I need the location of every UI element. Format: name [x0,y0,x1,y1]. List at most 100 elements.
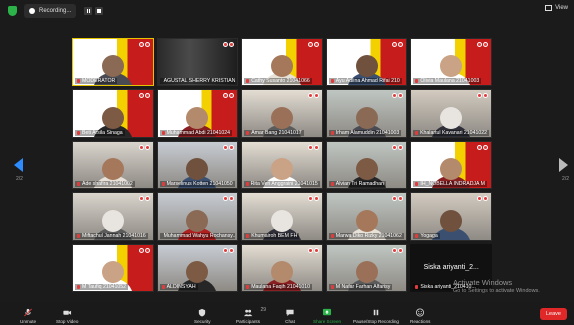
participant-name-label: Khumairoh BEM FH [244,232,300,239]
participant-name: Maulana Faqih 21041010 [251,284,311,290]
participant-name-label: Miftachul Jannah 21041016 [75,232,148,239]
participant-options[interactable] [138,93,150,99]
participant-options[interactable] [476,42,488,47]
participant-silhouette-head [270,209,293,232]
participant-tile[interactable]: ALDINSYAH [156,243,239,292]
participant-silhouette-head [270,55,293,78]
participant-tile[interactable]: IH_NOBELLA INDRADJA M [410,140,492,190]
view-button[interactable]: View [545,5,568,11]
participant-options[interactable] [223,196,235,202]
pause-icon[interactable] [84,7,93,15]
participant-tile[interactable]: Yogaga [410,192,492,241]
security-shield-icon [199,308,206,317]
participant-silhouette-head [440,209,463,232]
recording-label: Recording... [39,8,72,14]
participant-tile[interactable]: Ade shafira 21041002 [72,140,154,190]
participant-options[interactable] [223,93,235,99]
participant-silhouette-head [355,55,378,78]
participant-tile[interactable]: Maulana Faqih 21041010 [241,243,323,292]
participant-options[interactable] [307,196,319,202]
participant-options[interactable] [392,42,404,47]
participant-silhouette-head [101,158,124,181]
pause-recording-label: Pause/Stop Recording [353,319,399,324]
participant-options[interactable] [476,93,488,99]
participant-options[interactable] [476,196,488,202]
participant-options[interactable] [138,144,150,150]
participant-name: Ade shafira 21041002 [82,181,133,188]
participant-tile[interactable]: Marselinus Kotten 21041050 [156,140,239,190]
participant-silhouette-head [101,55,124,78]
participant-tile[interactable]: Irham Alamuddin 21041003 [325,89,408,138]
participant-options[interactable] [138,196,150,202]
participants-count: 29 [260,307,267,313]
participants-icon [243,309,253,317]
stop-icon[interactable] [95,7,104,15]
participant-name: Amar Bang 21041017 [251,129,302,136]
grid-icon [545,5,553,11]
previous-page-arrow-icon[interactable] [14,158,23,172]
participant-options[interactable] [392,93,404,99]
unmute-label: Unmute [20,319,37,324]
participant-options[interactable] [307,247,319,253]
participant-tile[interactable]: MODERATOR [72,38,154,87]
participant-options[interactable] [307,42,319,47]
muted-mic-icon [77,182,80,187]
share-screen-label: Share Screen [313,319,342,324]
participant-name-label: Marselinus Kotten 21041050 [159,181,235,188]
muted-mic-icon [330,130,334,135]
chat-button[interactable]: Chat [285,308,295,324]
next-page-arrow-icon[interactable] [559,158,568,172]
participant-options[interactable] [392,144,404,150]
participant-name: Irham Alamuddin 21041003 [335,129,400,136]
participant-options[interactable] [223,144,235,150]
participant-options[interactable] [138,247,150,253]
participant-tile[interactable]: AGUSTAL SHERRY KRISTIAN [156,38,239,87]
participant-name-label: Irham Alamuddin 21041003 [328,129,402,136]
participant-options[interactable] [392,247,404,253]
participant-tile[interactable]: Alvian Tri Ramadhan [325,140,408,190]
share-screen-button[interactable]: Share Screen [313,308,341,324]
participant-tile[interactable]: Muhammad Abdi 21041024 [156,89,239,138]
reactions-label: Reactions [410,319,431,324]
participant-name-label: Khalartul Kavanari 21041022 [413,129,489,136]
participant-tile[interactable]: Cathy Susanto 21041066 [241,38,323,87]
participants-button[interactable]: Participants 29 [236,307,266,324]
security-button[interactable]: Security [194,308,211,324]
participant-options[interactable] [138,42,150,47]
participant-name-label: Muhammad Wahyu Rochansy... [159,232,236,239]
participant-tile[interactable]: Rita Veri Anggraini 21041015 [241,140,323,190]
participant-tile[interactable]: Olivia Maulana 21041003 [410,38,492,87]
participant-tile[interactable]: Beti Arsila Sinaga [72,89,154,138]
participant-name-label: Muhammad Abdi 21041024 [159,129,233,136]
participant-tile[interactable]: M Nafar Farhan Alfarisy [325,243,408,292]
participant-tile[interactable]: Ayu Adlina Ahmad Rifai 210 [325,38,408,87]
participant-options[interactable] [307,144,319,150]
recording-controls [84,7,104,15]
pause-stop-recording-button[interactable]: Pause/Stop Recording [353,308,399,324]
participant-name: Olivia Maulana 21041003 [420,78,480,85]
participant-options[interactable] [307,93,319,99]
participant-tile[interactable]: Muhammad Wahyu Rochansy... [156,192,239,241]
participant-options[interactable] [392,196,404,202]
share-screen-icon [322,308,332,316]
participant-name-label: ALDINSYAH [159,284,198,290]
participant-tile[interactable]: Khumairoh BEM FH [241,192,323,241]
chat-label: Chat [285,319,295,324]
muted-mic-icon [161,182,165,187]
stop-video-button[interactable]: Stop Video [56,308,78,324]
participant-tile[interactable]: Marwa Diko Rizky 21041062 [325,192,408,241]
participant-options[interactable] [476,144,488,150]
participant-tile[interactable]: Miftachul Jannah 21041016 [72,192,154,241]
participant-options[interactable] [223,247,235,253]
participant-name-label: Marwa Diko Rizky 21041062 [328,232,404,239]
unmute-button[interactable]: Unmute [20,308,36,324]
reactions-button[interactable]: Reactions [410,308,430,324]
leave-button[interactable]: Leave [540,308,567,320]
shield-icon[interactable] [8,6,17,16]
pause-recording-icon [373,309,379,316]
participant-name: M Taufiq 21041052 [82,284,127,290]
participant-options[interactable] [223,42,235,47]
participant-tile[interactable]: M Taufiq 21041052 [72,243,154,292]
participant-tile[interactable]: Khalartul Kavanari 21041022 [410,89,492,138]
participant-tile[interactable]: Amar Bang 21041017 [241,89,323,138]
